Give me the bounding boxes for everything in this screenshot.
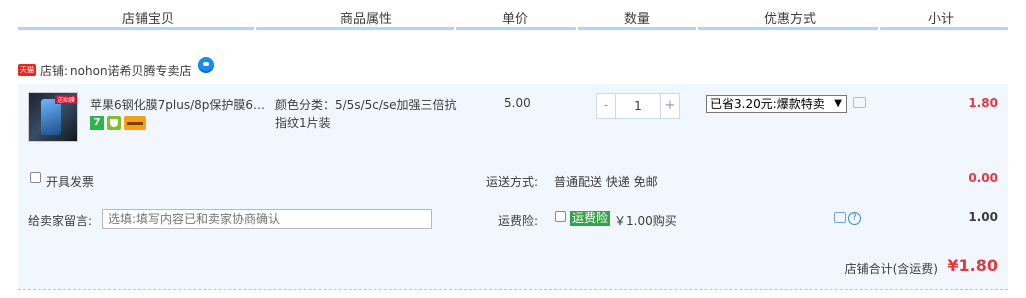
shipping-fee: 0.00 [968,171,998,185]
promotion-selected-value: 已省3.20元:爆款特卖 [710,97,825,111]
invoice-checkbox[interactable] [30,172,41,183]
header-divider [880,27,1008,30]
header-unit-price: 单价 [502,12,529,27]
help-icon[interactable]: ? [848,212,861,225]
invoice-shipping-row: 开具发票 运送方式: 普通配送 快递 免邮 0.00 [18,160,1008,198]
shop-total-row: 店铺合计(含运费) ¥1.80 [18,238,1008,290]
header-divider [698,27,878,30]
product-title-link[interactable]: 苹果6钢化膜7plus/8p保护膜6s/... [90,96,268,113]
header-attributes: 商品属性 [340,12,393,27]
header-subtotal: 小计 [928,12,955,27]
seller-message-input[interactable] [102,209,432,229]
header-shop-items: 店铺宝贝 [122,12,175,27]
shipping-insurance-checkbox[interactable] [555,211,566,222]
seven-day-return-icon[interactable]: 7 [90,116,104,130]
item-subtotal: 1.80 [968,96,998,110]
quantity-input[interactable]: 1 [616,93,660,119]
shipping-insurance-price: ￥1.00购买 [614,214,677,228]
shop-total-label: 店铺合计(含运费) [844,262,938,276]
promotion-select[interactable]: 已省3.20元:爆款特卖 ▼ [706,95,847,113]
guarantee-shield-icon[interactable] [107,116,121,130]
wangwang-chat-icon[interactable] [197,57,214,73]
shipping-insurance-label: 运费险: [498,214,539,228]
shop-header: 天猫 店铺: nohon诺希贝腾专卖店 [18,57,214,82]
shipping-method-value: 普通配送 快递 免邮 [554,175,658,189]
quantity-increase-button[interactable]: + [660,93,680,119]
shop-label: 店铺: [40,63,69,78]
quantity-stepper: - 1 + [596,93,680,119]
invoice-label: 开具发票 [46,175,95,189]
tmall-badge-icon: 天猫 [18,64,36,76]
shipping-insurance-tag: 运费险 [570,211,611,226]
header-divider [18,27,254,30]
product-attributes: 颜色分类：5/5s/5c/se加强三倍抗指纹1片装 [275,98,457,130]
header-divider [456,27,576,30]
thumbnail-label: 送贴膜 [55,95,77,104]
quantity-decrease-button[interactable]: - [596,93,616,119]
shipping-insurance-value: 1.00 [968,210,998,224]
message-insurance-row: 给卖家留言: 运费险: 运费险 ￥1.00购买 ? 1.00 [18,198,1008,238]
header-quantity: 数量 [624,12,651,27]
chevron-down-icon: ▼ [834,98,842,109]
insurance-chat-icon[interactable] [834,212,846,223]
credit-card-icon[interactable] [124,116,146,130]
header-divider [578,27,696,30]
insurance-icons: ? [834,212,861,225]
service-badges: 7 [90,116,146,130]
unit-price: 5.00 [504,96,531,110]
product-thumbnail[interactable]: 送贴膜 [28,92,78,142]
header-promotion: 优惠方式 [764,12,817,27]
cart-table-header: 店铺宝贝 商品属性 单价 数量 优惠方式 小计 [0,0,1026,32]
shop-total-amount: ¥1.80 [947,256,998,275]
shipping-method-label: 运送方式: [486,175,539,189]
cart-item-row: 送贴膜 苹果6钢化膜7plus/8p保护膜6s/... 7 颜色分类：5/5s/… [18,84,1008,160]
seller-message-label: 给卖家留言: [28,214,93,228]
header-divider [256,27,454,30]
promotion-info-icon[interactable] [853,97,866,108]
shop-name-link[interactable]: nohon诺希贝腾专卖店 [70,62,192,79]
